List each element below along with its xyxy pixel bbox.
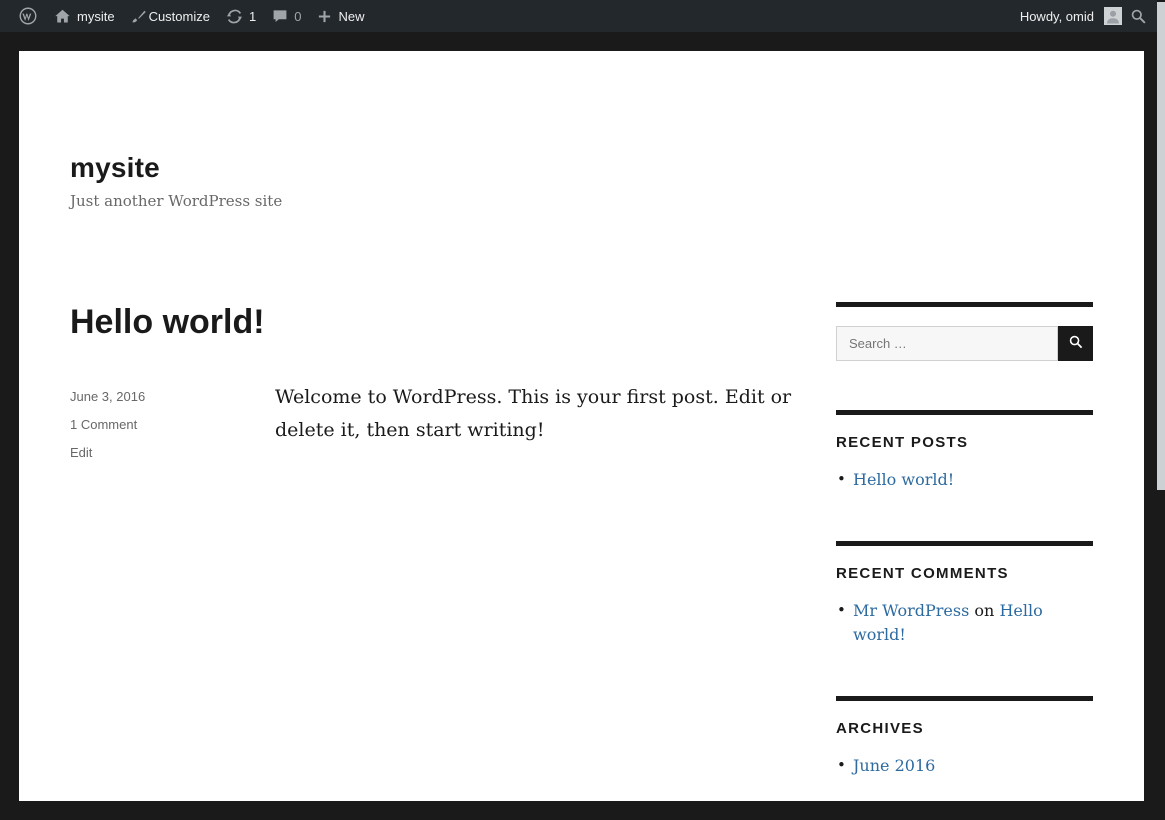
recent-posts-title: RECENT POSTS — [836, 434, 1093, 451]
post-paragraph: Welcome to WordPress. This is your first… — [275, 381, 792, 446]
post-meta: June 3, 2016 1 Comment Edit — [70, 386, 275, 473]
comment-connector: on — [974, 601, 994, 620]
new-content-menu[interactable]: New — [309, 0, 372, 32]
post-title-link[interactable]: Hello world! — [70, 302, 792, 343]
customize-menu-label-wrap[interactable]: Customize — [149, 0, 218, 32]
plus-icon — [317, 9, 332, 24]
site-tagline: Just another WordPress site — [70, 192, 1093, 210]
archives-widget: ARCHIVES June 2016 — [836, 696, 1093, 778]
main-area: Hello world! June 3, 2016 1 Comment Edit… — [70, 302, 1093, 820]
paintbrush-icon — [131, 8, 147, 24]
search-submit-button[interactable] — [1058, 326, 1093, 361]
new-menu-label: New — [338, 9, 364, 24]
home-icon — [54, 8, 71, 25]
content-column: Hello world! June 3, 2016 1 Comment Edit… — [70, 302, 792, 820]
site-header: mysite Just another WordPress site — [70, 151, 1093, 210]
site-menu-label: mysite — [77, 9, 115, 24]
archives-title: ARCHIVES — [836, 720, 1093, 737]
wordpress-logo-icon — [18, 6, 38, 26]
list-item: June 2016 — [836, 754, 1093, 778]
archives-list: June 2016 — [836, 754, 1093, 778]
search-icon — [1068, 334, 1084, 353]
post-article: Hello world! June 3, 2016 1 Comment Edit… — [70, 302, 792, 474]
scrollbar-track[interactable] — [1157, 0, 1165, 820]
recent-comments-widget: RECENT COMMENTS Mr WordPress on Hello wo… — [836, 541, 1093, 647]
user-avatar[interactable] — [1104, 7, 1122, 25]
recent-posts-list: Hello world! — [836, 468, 1093, 492]
search-input[interactable] — [836, 326, 1058, 361]
post-comments-link[interactable]: 1 Comment — [70, 417, 275, 432]
admin-bar-right: Howdy, omid — [1018, 0, 1147, 32]
update-arrows-icon — [226, 8, 243, 25]
search-widget — [836, 302, 1093, 361]
scrollbar-thumb[interactable] — [1157, 2, 1165, 490]
archive-month-link[interactable]: June 2016 — [853, 756, 935, 775]
comment-bubble-icon — [272, 8, 288, 24]
howdy-account-menu[interactable]: Howdy, omid — [1018, 9, 1096, 24]
recent-comments-list: Mr WordPress on Hello world! — [836, 599, 1093, 647]
updates-count: 1 — [249, 9, 256, 24]
admin-bar: mysite Customize 1 — [0, 0, 1157, 32]
site-title-link[interactable]: mysite — [70, 151, 1093, 185]
adminbar-search-icon[interactable] — [1130, 8, 1147, 25]
comment-author-link[interactable]: Mr WordPress — [853, 601, 969, 620]
post-date-link[interactable]: June 3, 2016 — [70, 389, 275, 404]
list-item: Hello world! — [836, 468, 1093, 492]
recent-post-link[interactable]: Hello world! — [853, 470, 954, 489]
post-content: Welcome to WordPress. This is your first… — [275, 381, 792, 473]
recent-comments-title: RECENT COMMENTS — [836, 565, 1093, 582]
site-page: mysite Just another WordPress site Hello… — [19, 51, 1144, 801]
comments-count: 0 — [294, 9, 301, 24]
search-form — [836, 326, 1093, 361]
comments-menu[interactable]: 0 — [264, 0, 309, 32]
customize-menu-label: Customize — [149, 9, 210, 24]
list-item: Mr WordPress on Hello world! — [836, 599, 1093, 647]
recent-posts-widget: RECENT POSTS Hello world! — [836, 410, 1093, 492]
wordpress-logo-menu[interactable] — [10, 0, 46, 32]
admin-bar-left: mysite Customize 1 — [10, 0, 372, 32]
site-menu[interactable]: mysite — [46, 0, 123, 32]
post-edit-link[interactable]: Edit — [70, 445, 275, 460]
updates-menu[interactable]: 1 — [218, 0, 264, 32]
sidebar: RECENT POSTS Hello world! RECENT COMMENT… — [836, 302, 1093, 820]
